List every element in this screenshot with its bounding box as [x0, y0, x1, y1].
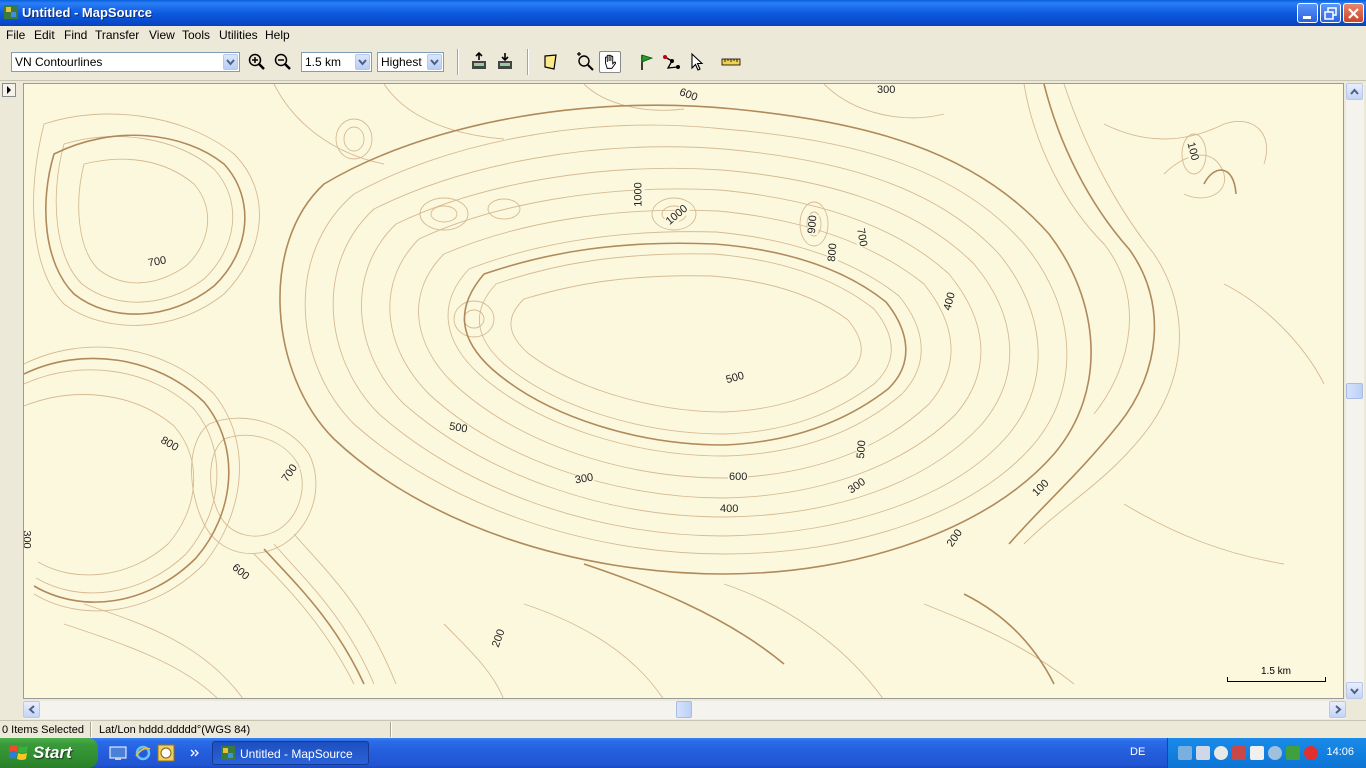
language-indicator[interactable]: DE: [1130, 746, 1145, 758]
map-view[interactable]: 600 300 100 1000 1000 900 800 700 700 40…: [23, 83, 1344, 699]
menu-help[interactable]: Help: [265, 28, 290, 42]
menu-edit[interactable]: Edit: [34, 28, 55, 42]
hand-tool-button[interactable]: [599, 51, 621, 73]
menu-utilities[interactable]: Utilities: [219, 28, 258, 42]
close-icon: [1348, 8, 1359, 19]
selection-status: 0 Items Selected: [2, 724, 84, 736]
map-product-value: VN Contourlines: [15, 55, 103, 69]
update-tray-icon[interactable]: [1286, 746, 1300, 760]
contour-label: 700: [853, 226, 870, 249]
minor-contours: [24, 84, 1325, 698]
vertical-scrollbar[interactable]: [1346, 83, 1364, 699]
windows-logo-icon: [9, 745, 28, 760]
scroll-down-button[interactable]: [1346, 682, 1363, 699]
antivirus-tray-icon[interactable]: [1304, 746, 1318, 760]
contour-label: 1000: [632, 181, 645, 208]
chevron-down-icon[interactable]: [427, 54, 442, 70]
menu-bar: File Edit Find Transfer View Tools Utili…: [0, 26, 1366, 44]
scale-bar-line: [1227, 677, 1326, 682]
zoom-scale-select[interactable]: 1.5 km: [301, 52, 372, 72]
horizontal-scroll-thumb[interactable]: [676, 701, 692, 718]
zoom-tool-icon[interactable]: [574, 51, 596, 73]
expand-right-icon: [7, 86, 11, 94]
security-tray-icon[interactable]: [1232, 746, 1246, 760]
contour-map: [24, 84, 1325, 698]
receive-from-device-icon[interactable]: [494, 51, 516, 73]
side-panel-toggle[interactable]: [2, 83, 16, 97]
zoom-out-icon[interactable]: [272, 51, 294, 73]
side-panel-strip: [0, 81, 21, 718]
close-button[interactable]: [1343, 3, 1364, 23]
sync-tray-icon[interactable]: [1214, 746, 1228, 760]
menu-tools[interactable]: Tools: [182, 28, 210, 42]
status-divider: [390, 722, 392, 737]
taskbar-clock[interactable]: 14:06: [1326, 746, 1354, 758]
map-scale-bar: 1.5 km: [1227, 664, 1327, 684]
menu-find[interactable]: Find: [64, 28, 87, 42]
quicklaunch-overflow-icon[interactable]: [189, 744, 201, 762]
minimize-button[interactable]: [1297, 3, 1318, 23]
internet-explorer-icon[interactable]: [134, 744, 152, 762]
toolbar: VN Contourlines 1.5 km Highest: [0, 44, 1366, 81]
toolbar-separator: [527, 49, 529, 75]
toolbar-separator: [457, 49, 459, 75]
distance-ruler-icon[interactable]: [720, 51, 742, 73]
menu-file[interactable]: File: [6, 28, 25, 42]
contour-label: 500: [854, 438, 869, 461]
chevron-down-icon[interactable]: [355, 54, 370, 70]
chevron-down-icon[interactable]: [223, 54, 238, 70]
vertical-scroll-thumb[interactable]: [1346, 383, 1363, 399]
contour-label: 300: [876, 84, 897, 96]
selection-arrow-icon[interactable]: [686, 51, 708, 73]
scale-label: 1.5 km: [1261, 666, 1292, 677]
contour-label: 400: [719, 503, 740, 515]
menu-transfer[interactable]: Transfer: [95, 28, 139, 42]
contour-label: 800: [825, 241, 840, 264]
restore-icon: [1324, 7, 1337, 20]
status-bar: 0 Items Selected Lat/Lon hddd.ddddd°(WGS…: [0, 720, 1366, 739]
chevron-down-icon: [1350, 688, 1359, 695]
scroll-up-button[interactable]: [1346, 83, 1363, 100]
map-product-select[interactable]: VN Contourlines: [11, 52, 240, 72]
display-tray-icon[interactable]: [1196, 746, 1210, 760]
contour-label: 600: [728, 471, 749, 483]
send-to-device-icon[interactable]: [468, 51, 490, 73]
zoom-scale-value: 1.5 km: [305, 55, 342, 69]
chevron-right-icon: [1335, 705, 1342, 714]
system-tray: 14:06: [1167, 738, 1366, 768]
chevron-up-icon: [1350, 88, 1359, 95]
map-tool-icon[interactable]: [540, 51, 562, 73]
taskbar: Start Untitled - MapSource DE 14:06: [0, 738, 1366, 768]
waypoint-flag-icon[interactable]: [636, 51, 658, 73]
contour-label: 300: [24, 529, 33, 550]
desktop-icon[interactable]: [109, 744, 127, 762]
horizontal-scrollbar[interactable]: [23, 701, 1346, 719]
contour-label: 900: [805, 213, 820, 236]
taskbar-window-label: Untitled - MapSource: [240, 747, 353, 761]
clock-app-icon[interactable]: [157, 744, 175, 762]
mapsource-app-icon: [221, 746, 235, 760]
minimize-icon: [1303, 16, 1311, 19]
window-title: Untitled - MapSource: [22, 5, 153, 20]
start-button[interactable]: Start: [0, 738, 98, 768]
mail-tray-icon[interactable]: [1250, 746, 1264, 760]
scroll-right-button[interactable]: [1329, 701, 1346, 718]
zoom-in-icon[interactable]: [246, 51, 268, 73]
start-label: Start: [33, 743, 72, 762]
chevron-left-icon: [28, 705, 35, 714]
network-tray-icon[interactable]: [1178, 746, 1192, 760]
title-bar[interactable]: Untitled - MapSource: [0, 0, 1366, 26]
detail-level-select[interactable]: Highest: [377, 52, 444, 72]
menu-view[interactable]: View: [149, 28, 175, 42]
route-tool-icon[interactable]: [661, 51, 683, 73]
detail-level-value: Highest: [381, 55, 422, 69]
coordinate-format: Lat/Lon hddd.ddddd°(WGS 84): [99, 724, 251, 736]
status-divider: [90, 722, 92, 737]
scroll-left-button[interactable]: [23, 701, 40, 718]
restore-button[interactable]: [1320, 3, 1341, 23]
volume-tray-icon[interactable]: [1268, 746, 1282, 760]
mapsource-app-icon[interactable]: [4, 5, 18, 19]
taskbar-window-mapsource[interactable]: Untitled - MapSource: [212, 741, 369, 765]
hand-icon: [605, 54, 617, 69]
